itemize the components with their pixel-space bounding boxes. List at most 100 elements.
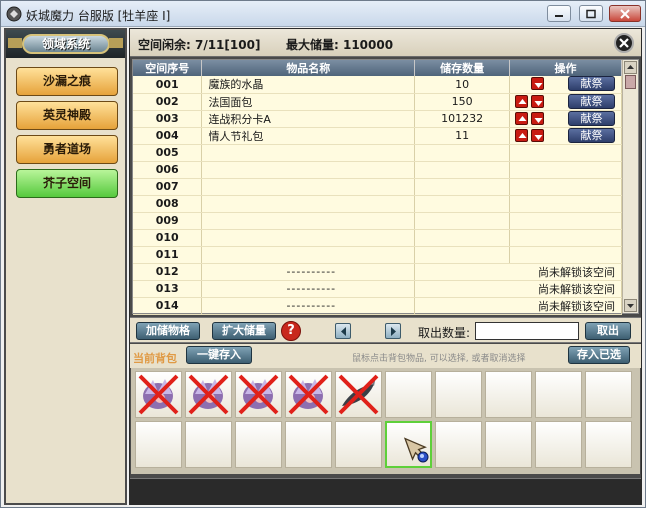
fish-item-icon xyxy=(338,374,379,415)
row-item-name xyxy=(201,178,416,196)
sacrifice-button[interactable]: 献祭 xyxy=(568,93,615,109)
bag-slot[interactable] xyxy=(185,371,232,418)
table-row[interactable]: 009 xyxy=(133,212,622,230)
bag-slot[interactable] xyxy=(285,371,332,418)
bag-slot[interactable] xyxy=(385,371,432,418)
table-row[interactable]: 006 xyxy=(133,161,622,179)
row-index: 010 xyxy=(133,229,203,247)
bag-slot[interactable] xyxy=(485,421,532,468)
add-slot-button[interactable]: 加储物格 xyxy=(136,322,200,340)
row-ops xyxy=(509,195,622,213)
move-up-button[interactable] xyxy=(515,94,529,108)
sacrifice-button[interactable]: 献祭 xyxy=(568,76,615,91)
row-qty xyxy=(414,161,511,179)
crystal-item-icon xyxy=(288,374,329,415)
bag-slot[interactable] xyxy=(285,421,332,468)
wing-left-icon xyxy=(8,38,22,48)
row-item-name: 情人节礼包 xyxy=(201,127,416,145)
panel-close-button[interactable] xyxy=(614,33,634,53)
move-down-button[interactable] xyxy=(531,128,545,142)
row-index: 013 xyxy=(133,280,203,298)
row-index: 001 xyxy=(133,76,203,94)
storage-info-bar: 空间闲余: 7/11[100] 最大储量: 110000 xyxy=(130,29,641,57)
bag-slot[interactable] xyxy=(135,371,182,418)
table-scrollbar[interactable] xyxy=(622,60,638,313)
col-header-name: 物品名称 xyxy=(201,60,416,76)
move-down-button[interactable] xyxy=(531,94,545,108)
table-row[interactable]: 007 xyxy=(133,178,622,196)
row-index: 008 xyxy=(133,195,203,213)
mouse-cursor-icon xyxy=(403,437,429,463)
table-row[interactable]: 002 法国面包 150 献祭 xyxy=(133,93,622,111)
scroll-thumb[interactable] xyxy=(625,75,636,89)
row-item-name: 法国面包 xyxy=(201,93,416,111)
row-qty xyxy=(414,246,511,264)
row-index: 014 xyxy=(133,297,203,315)
table-row[interactable]: 008 xyxy=(133,195,622,213)
take-out-button[interactable]: 取出 xyxy=(585,322,631,340)
move-up-button[interactable] xyxy=(515,111,529,125)
row-qty xyxy=(414,229,511,247)
bag-slot[interactable] xyxy=(135,421,182,468)
row-qty xyxy=(414,212,511,230)
bag-slot[interactable] xyxy=(335,371,382,418)
table-row[interactable]: 001 魔族的水晶 10 献祭 xyxy=(133,76,622,94)
table-row[interactable]: 011 xyxy=(133,246,622,264)
maximize-button[interactable] xyxy=(579,5,603,22)
bag-slot[interactable] xyxy=(485,371,532,418)
sacrifice-button[interactable]: 献祭 xyxy=(568,127,615,143)
take-out-qty-input[interactable] xyxy=(475,322,579,340)
arrow-down-icon xyxy=(534,134,543,140)
sidebar-item-hourglass[interactable]: 沙漏之痕 xyxy=(16,67,118,96)
bag-bar: 当前背包 一键存入 鼠标点击背包物品, 可以选择, 或者取消选择 存入已选 xyxy=(130,344,641,368)
move-up-button[interactable] xyxy=(515,128,529,142)
scroll-down-arrow[interactable] xyxy=(624,299,637,312)
bag-slot[interactable] xyxy=(235,421,282,468)
expand-storage-button[interactable]: 扩大储量 xyxy=(212,322,276,340)
col-header-ops: 操作 xyxy=(509,60,622,76)
row-locked-message: 尚未解锁该空间 xyxy=(414,263,622,281)
current-bag-label: 当前背包 xyxy=(133,352,177,365)
sacrifice-button[interactable]: 献祭 xyxy=(568,110,615,126)
store-selected-button[interactable]: 存入已选 xyxy=(568,346,630,364)
row-ops xyxy=(509,212,622,230)
table-row[interactable]: 005 xyxy=(133,144,622,162)
bag-slot[interactable] xyxy=(335,421,382,468)
next-page-button[interactable] xyxy=(385,323,401,339)
bag-slot[interactable] xyxy=(535,371,582,418)
table-row[interactable]: 004 情人节礼包 11 献祭 xyxy=(133,127,622,145)
scroll-up-arrow[interactable] xyxy=(624,61,637,74)
crystal-item-icon xyxy=(238,374,279,415)
table-row[interactable]: 003 连战积分卡A 101232 献祭 xyxy=(133,110,622,128)
row-item-name: 连战积分卡A xyxy=(201,110,416,128)
help-icon[interactable]: ? xyxy=(281,321,301,341)
bag-slot[interactable] xyxy=(235,371,282,418)
bag-slot[interactable] xyxy=(585,421,632,468)
move-down-button[interactable] xyxy=(531,111,545,125)
table-row[interactable]: 010 xyxy=(133,229,622,247)
arrow-left-icon xyxy=(341,327,346,336)
sidebar-item-mustard-space[interactable]: 芥子空间 xyxy=(16,169,118,198)
sidebar-item-valhalla[interactable]: 英灵神殿 xyxy=(16,101,118,130)
bag-slot[interactable] xyxy=(385,421,432,468)
row-qty xyxy=(414,195,511,213)
row-item-name xyxy=(201,195,416,213)
bag-slot[interactable] xyxy=(435,371,482,418)
row-index: 012 xyxy=(133,263,203,281)
bag-hint-text: 鼠标点击背包物品, 可以选择, 或者取消选择 xyxy=(352,354,526,364)
sidebar-item-dojo[interactable]: 勇者道场 xyxy=(16,135,118,164)
bag-slot[interactable] xyxy=(185,421,232,468)
row-ops xyxy=(509,144,622,162)
col-header-qty: 储存数量 xyxy=(414,60,511,76)
close-icon xyxy=(619,38,629,48)
col-header-index: 空间序号 xyxy=(133,60,203,76)
chevron-up-icon xyxy=(627,65,634,69)
move-down-button[interactable] xyxy=(531,77,545,90)
minimize-button[interactable] xyxy=(547,5,571,22)
bag-slot[interactable] xyxy=(435,421,482,468)
prev-page-button[interactable] xyxy=(335,323,351,339)
bag-slot[interactable] xyxy=(535,421,582,468)
store-all-button[interactable]: 一键存入 xyxy=(186,346,252,364)
close-button[interactable] xyxy=(609,5,641,22)
bag-slot[interactable] xyxy=(585,371,632,418)
